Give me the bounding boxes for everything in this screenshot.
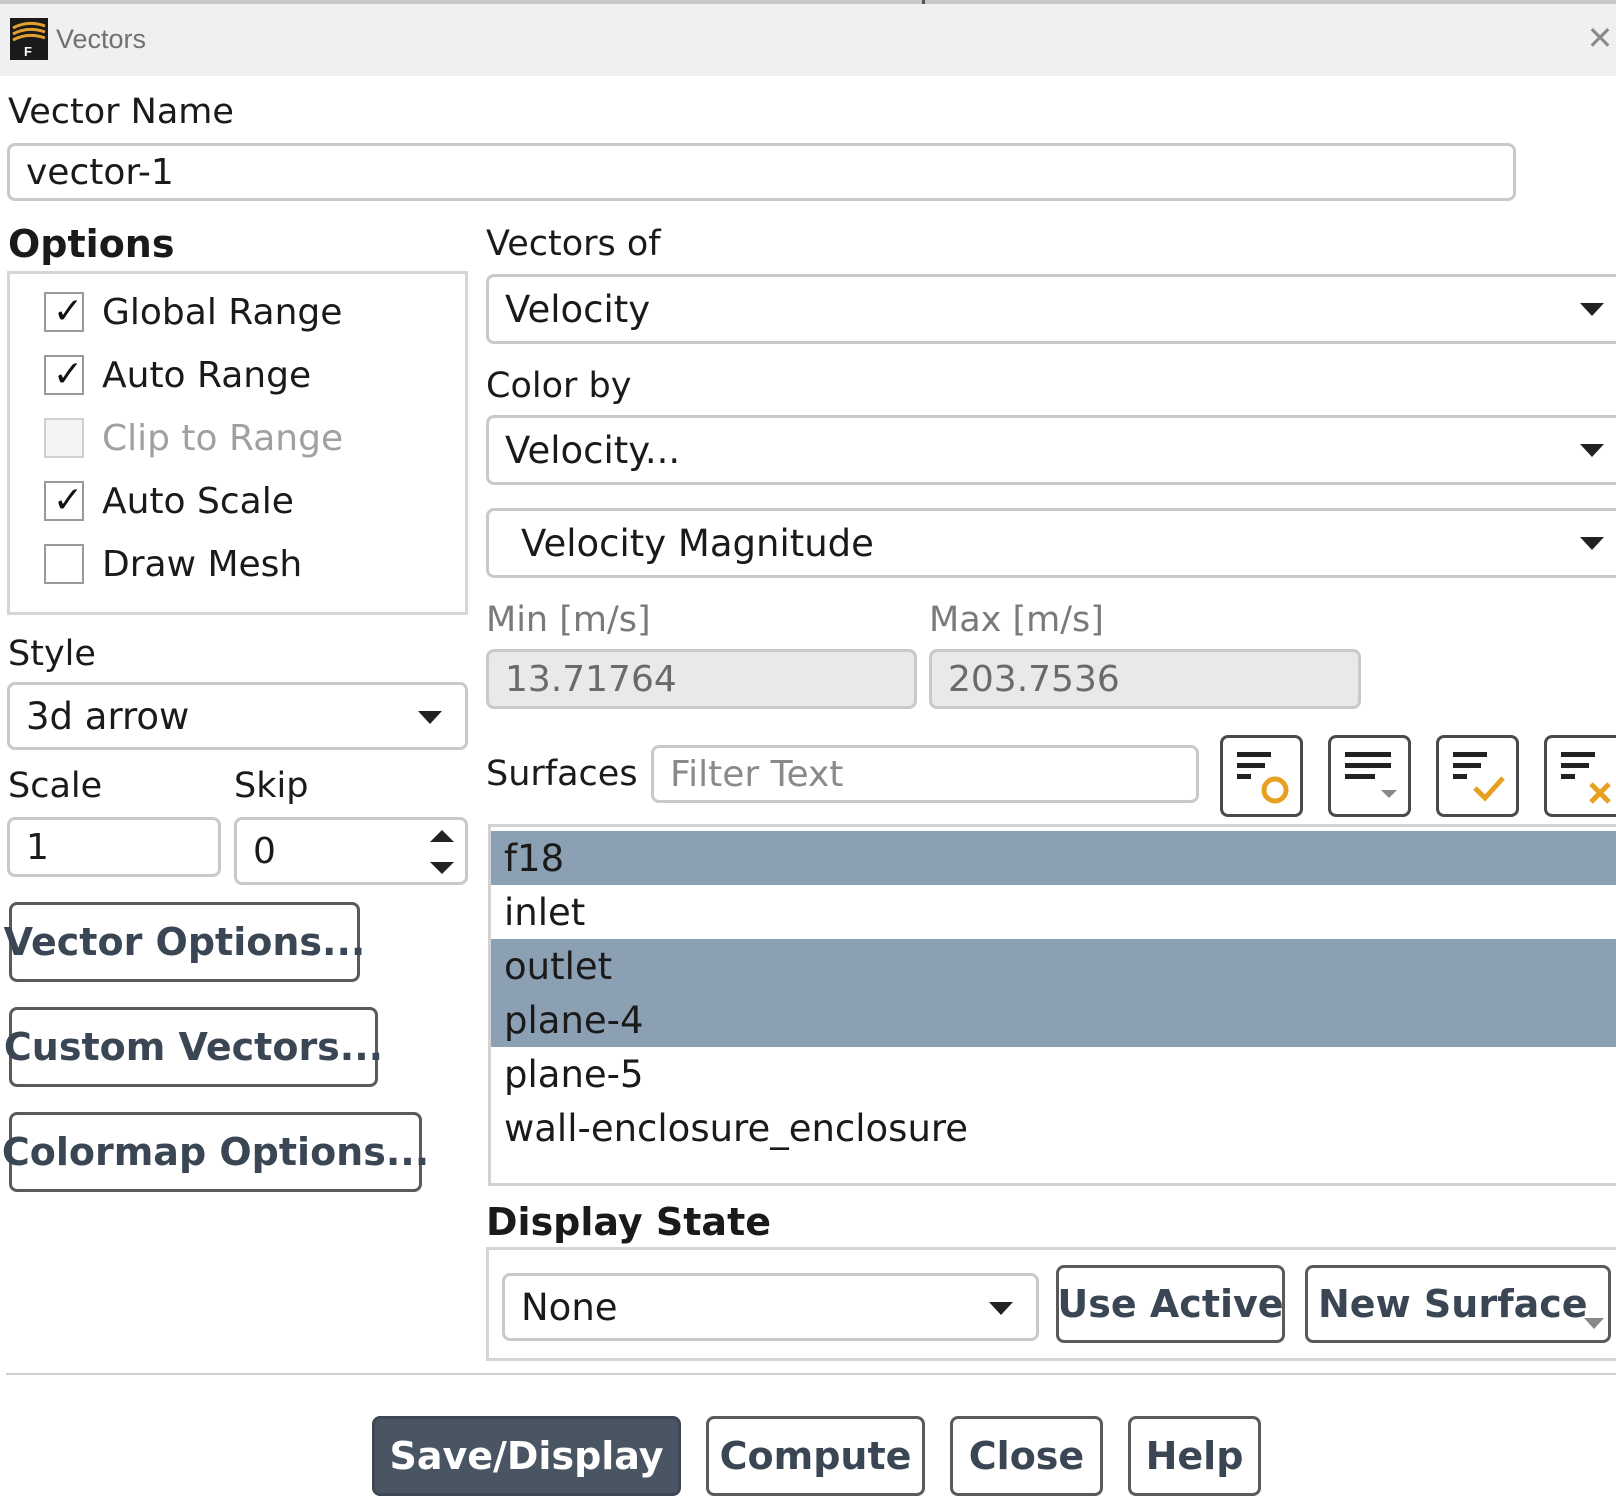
vectors-of-dropdown[interactable]: Velocity <box>486 274 1616 344</box>
list-item[interactable]: f18 <box>491 831 1616 885</box>
colormap-options-button[interactable]: Colormap Options... <box>2 1112 429 1192</box>
surface-name: plane-5 <box>504 1052 644 1096</box>
style-label: Style <box>8 634 96 674</box>
draw-mesh-label: Draw Mesh <box>102 543 303 585</box>
surface-name: plane-4 <box>504 998 644 1042</box>
global-range-checkbox[interactable]: ✓ <box>44 291 84 332</box>
deselect-all-button[interactable] <box>1544 735 1616 817</box>
surfaces-list: f18 inlet outlet plane-4 plane-5 wall-en… <box>488 824 1616 1186</box>
style-value: 3d arrow <box>26 694 190 738</box>
display-state-dropdown[interactable]: None <box>502 1273 1039 1341</box>
close-button[interactable]: Close <box>950 1416 1103 1496</box>
select-dropdown-icon <box>1345 752 1397 798</box>
options-group: ✓ Global Range ✓ Auto Range Clip to Rang… <box>7 271 468 615</box>
list-item[interactable]: outlet <box>491 939 1616 993</box>
auto-scale-option[interactable]: ✓ Auto Scale <box>44 478 294 524</box>
custom-vectors-button[interactable]: Custom Vectors... <box>4 1007 383 1087</box>
filter-new-button[interactable] <box>1220 735 1303 817</box>
new-surface-button[interactable]: New Surface <box>1305 1265 1611 1343</box>
max-value: 203.7536 <box>948 658 1120 700</box>
min-value: 13.71764 <box>505 658 677 700</box>
use-active-button[interactable]: Use Active <box>1056 1265 1285 1343</box>
min-value-field: 13.71764 <box>486 649 917 709</box>
list-item[interactable]: plane-5 <box>491 1047 1616 1101</box>
select-all-icon <box>1453 752 1505 802</box>
compute-button[interactable]: Compute <box>706 1416 925 1496</box>
svg-text:F: F <box>24 44 32 59</box>
title-bar <box>0 4 1616 76</box>
scale-value: 1 <box>26 826 49 868</box>
vectors-of-value: Velocity <box>505 287 651 331</box>
color-by-value: Velocity... <box>505 428 681 472</box>
global-range-label: Global Range <box>102 291 343 333</box>
color-by-label: Color by <box>486 366 632 406</box>
surface-name: wall-enclosure_enclosure <box>504 1106 969 1150</box>
surface-name: outlet <box>504 944 613 988</box>
select-all-button[interactable] <box>1436 735 1519 817</box>
style-dropdown[interactable]: 3d arrow <box>7 682 468 750</box>
footer-separator <box>6 1373 1616 1375</box>
auto-range-option[interactable]: ✓ Auto Range <box>44 352 311 398</box>
chevron-down-icon <box>989 1302 1013 1315</box>
spinner-arrows-icon[interactable] <box>427 828 457 876</box>
vector-name-value: vector-1 <box>26 151 174 193</box>
window-title: Vectors <box>56 24 147 54</box>
select-dropdown-button[interactable] <box>1328 735 1411 817</box>
save-display-button[interactable]: Save/Display <box>372 1416 681 1496</box>
display-state-heading: Display State <box>486 1200 771 1244</box>
max-value-field: 203.7536 <box>929 649 1361 709</box>
chevron-down-icon <box>1580 537 1604 550</box>
chevron-down-icon <box>1580 444 1604 457</box>
chevron-down-icon <box>1580 303 1604 316</box>
list-item[interactable]: inlet <box>491 885 1616 939</box>
scale-input[interactable]: 1 <box>7 817 221 877</box>
surface-name: f18 <box>504 836 565 880</box>
deselect-all-icon <box>1561 752 1611 804</box>
options-heading: Options <box>8 222 175 266</box>
filter-placeholder: Filter Text <box>670 753 844 795</box>
help-button[interactable]: Help <box>1128 1416 1261 1496</box>
color-by-sub-value: Velocity Magnitude <box>521 521 874 565</box>
clip-to-range-option: Clip to Range <box>44 415 343 461</box>
draw-mesh-option[interactable]: Draw Mesh <box>44 541 302 587</box>
close-window-icon[interactable]: ✕ <box>1584 18 1616 58</box>
vector-options-button[interactable]: Vector Options... <box>4 902 365 982</box>
new-surface-label: New Surface <box>1318 1282 1588 1326</box>
max-label: Max [m/s] <box>929 600 1104 640</box>
display-state-value: None <box>521 1285 618 1329</box>
draw-mesh-checkbox[interactable] <box>44 544 84 584</box>
surfaces-label: Surfaces <box>486 754 638 794</box>
filter-new-icon <box>1237 752 1289 804</box>
skip-spinner[interactable]: 0 <box>234 817 468 885</box>
clip-to-range-checkbox <box>44 418 84 458</box>
vectors-of-label: Vectors of <box>486 224 661 264</box>
fluent-app-icon: F <box>10 18 48 60</box>
auto-scale-label: Auto Scale <box>102 480 294 522</box>
surfaces-filter-input[interactable]: Filter Text <box>651 745 1199 803</box>
clip-to-range-label: Clip to Range <box>102 417 344 459</box>
min-label: Min [m/s] <box>486 600 651 640</box>
list-item[interactable]: plane-4 <box>491 993 1616 1047</box>
color-by-sub-dropdown[interactable]: Velocity Magnitude <box>486 508 1616 578</box>
list-item[interactable]: wall-enclosure_enclosure <box>491 1101 1616 1155</box>
scale-label: Scale <box>8 766 103 806</box>
auto-range-label: Auto Range <box>102 354 312 396</box>
vector-name-input[interactable]: vector-1 <box>7 143 1516 201</box>
surface-name: inlet <box>504 890 586 934</box>
auto-range-checkbox[interactable]: ✓ <box>44 354 84 395</box>
vector-name-label: Vector Name <box>8 92 234 132</box>
auto-scale-checkbox[interactable]: ✓ <box>44 480 84 521</box>
skip-label: Skip <box>234 766 309 806</box>
skip-value: 0 <box>253 830 276 872</box>
color-by-dropdown[interactable]: Velocity... <box>486 415 1616 485</box>
chevron-down-icon <box>418 711 442 724</box>
chevron-down-icon <box>1584 1318 1604 1329</box>
global-range-option[interactable]: ✓ Global Range <box>44 289 342 335</box>
